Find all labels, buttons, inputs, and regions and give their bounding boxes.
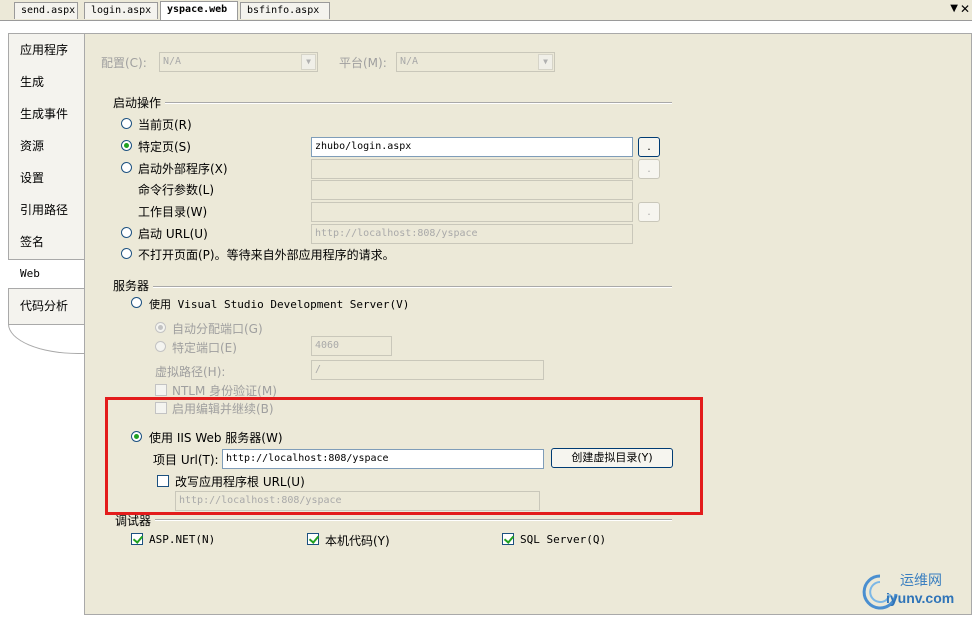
sql-debugger-label: SQL Server(Q) [520,533,607,546]
servers-divider [153,286,672,288]
current-page-radio[interactable] [121,118,132,129]
nav-item-reference-paths[interactable]: 引用路径 [20,201,68,218]
external-program-browse-button[interactable]: . [638,159,660,179]
aspnet-debugger-checkbox[interactable] [131,533,144,545]
vs-dev-server-radio[interactable] [131,297,142,308]
working-dir-input[interactable] [311,202,633,222]
virtual-path-input[interactable]: / [311,360,544,380]
watermark-cn-text: 运维网 [900,573,942,589]
ntlm-checkbox[interactable] [155,384,167,396]
tab-bsfinfo-aspx[interactable]: bsfinfo.aspx [240,2,330,19]
chevron-down-icon: ▼ [301,54,316,70]
watermark-logo: 运维网 iyunv.com [862,570,968,612]
virtual-path-label: 虚拟路径(H): [155,365,226,379]
specific-page-input[interactable]: zhubo/login.aspx [311,137,633,157]
specific-port-radio[interactable] [155,341,166,352]
tab-yspace-web[interactable]: yspace.web [160,1,238,20]
nav-item-build-events[interactable]: 生成事件 [20,105,68,122]
check-icon [132,533,144,544]
radio-selected-dot [124,143,129,148]
chevron-down-icon: ▼ [538,54,553,70]
config-select-value: N/A [163,56,182,67]
specific-port-label: 特定端口(E) [172,341,237,355]
platform-label: 平台(M): [339,56,387,70]
platform-select-value: N/A [400,56,419,67]
check-icon [308,533,320,544]
document-tab-strip: send.aspx login.aspx yspace.web bsfinfo.… [0,0,972,21]
start-url-input[interactable]: http://localhost:808/yspace [311,224,633,244]
debuggers-divider [155,519,672,521]
nav-item-application[interactable]: 应用程序 [20,41,68,58]
auto-port-label: 自动分配端口(G) [172,322,263,336]
nav-item-signing[interactable]: 签名 [20,233,44,250]
platform-select[interactable]: N/A ▼ [396,52,555,72]
config-select[interactable]: N/A ▼ [159,52,318,72]
tab-list-chevron-down-icon[interactable]: ▼ [950,3,958,14]
debuggers-group-label: 调试器 [115,514,152,528]
cmd-args-input[interactable] [311,180,633,200]
tab-login-aspx[interactable]: login.aspx [84,2,158,19]
start-action-group-label: 启动操作 [113,96,162,110]
config-label: 配置(C): [101,56,147,70]
annotation-highlight-box [105,397,703,515]
external-program-input[interactable] [311,159,633,179]
nav-item-build[interactable]: 生成 [20,73,44,90]
auto-port-radio[interactable] [155,322,166,333]
watermark-url-text: iyunv.com [886,590,955,606]
nav-item-resources[interactable]: 资源 [20,137,44,154]
tab-send-aspx[interactable]: send.aspx [14,2,78,19]
external-program-label: 启动外部程序(X) [138,162,228,176]
nav-item-settings[interactable]: 设置 [20,169,44,186]
working-dir-label: 工作目录(W) [138,205,208,219]
check-icon [503,533,515,544]
working-dir-browse-button[interactable]: . [638,202,660,222]
vs-dev-server-label: 使用 Visual Studio Development Server(V) [149,298,410,311]
nav-item-web[interactable]: Web [8,259,85,289]
native-debugger-checkbox[interactable] [307,533,320,545]
start-url-radio[interactable] [121,227,132,238]
close-icon[interactable]: ✕ [960,2,970,16]
dont-open-page-radio[interactable] [121,248,132,259]
radio-selected-dot [158,325,163,330]
start-url-label: 启动 URL(U) [138,227,208,241]
cmd-args-label: 命令行参数(L) [138,183,215,197]
sql-debugger-checkbox[interactable] [502,533,515,545]
servers-group-label: 服务器 [113,279,150,293]
external-program-radio[interactable] [121,162,132,173]
current-page-label: 当前页(R) [138,118,192,132]
specific-port-input[interactable]: 4060 [311,336,392,356]
dont-open-page-label: 不打开页面(P)。等待来自外部应用程序的请求。 [138,248,395,262]
start-action-divider [165,102,672,104]
aspnet-debugger-label: ASP.NET(N) [149,533,216,546]
specific-page-browse-button[interactable]: . [638,137,660,157]
specific-page-radio[interactable] [121,140,132,151]
native-debugger-label: 本机代码(Y) [325,534,390,548]
specific-page-label: 特定页(S) [138,140,191,154]
nav-item-code-analysis[interactable]: 代码分析 [20,297,68,314]
